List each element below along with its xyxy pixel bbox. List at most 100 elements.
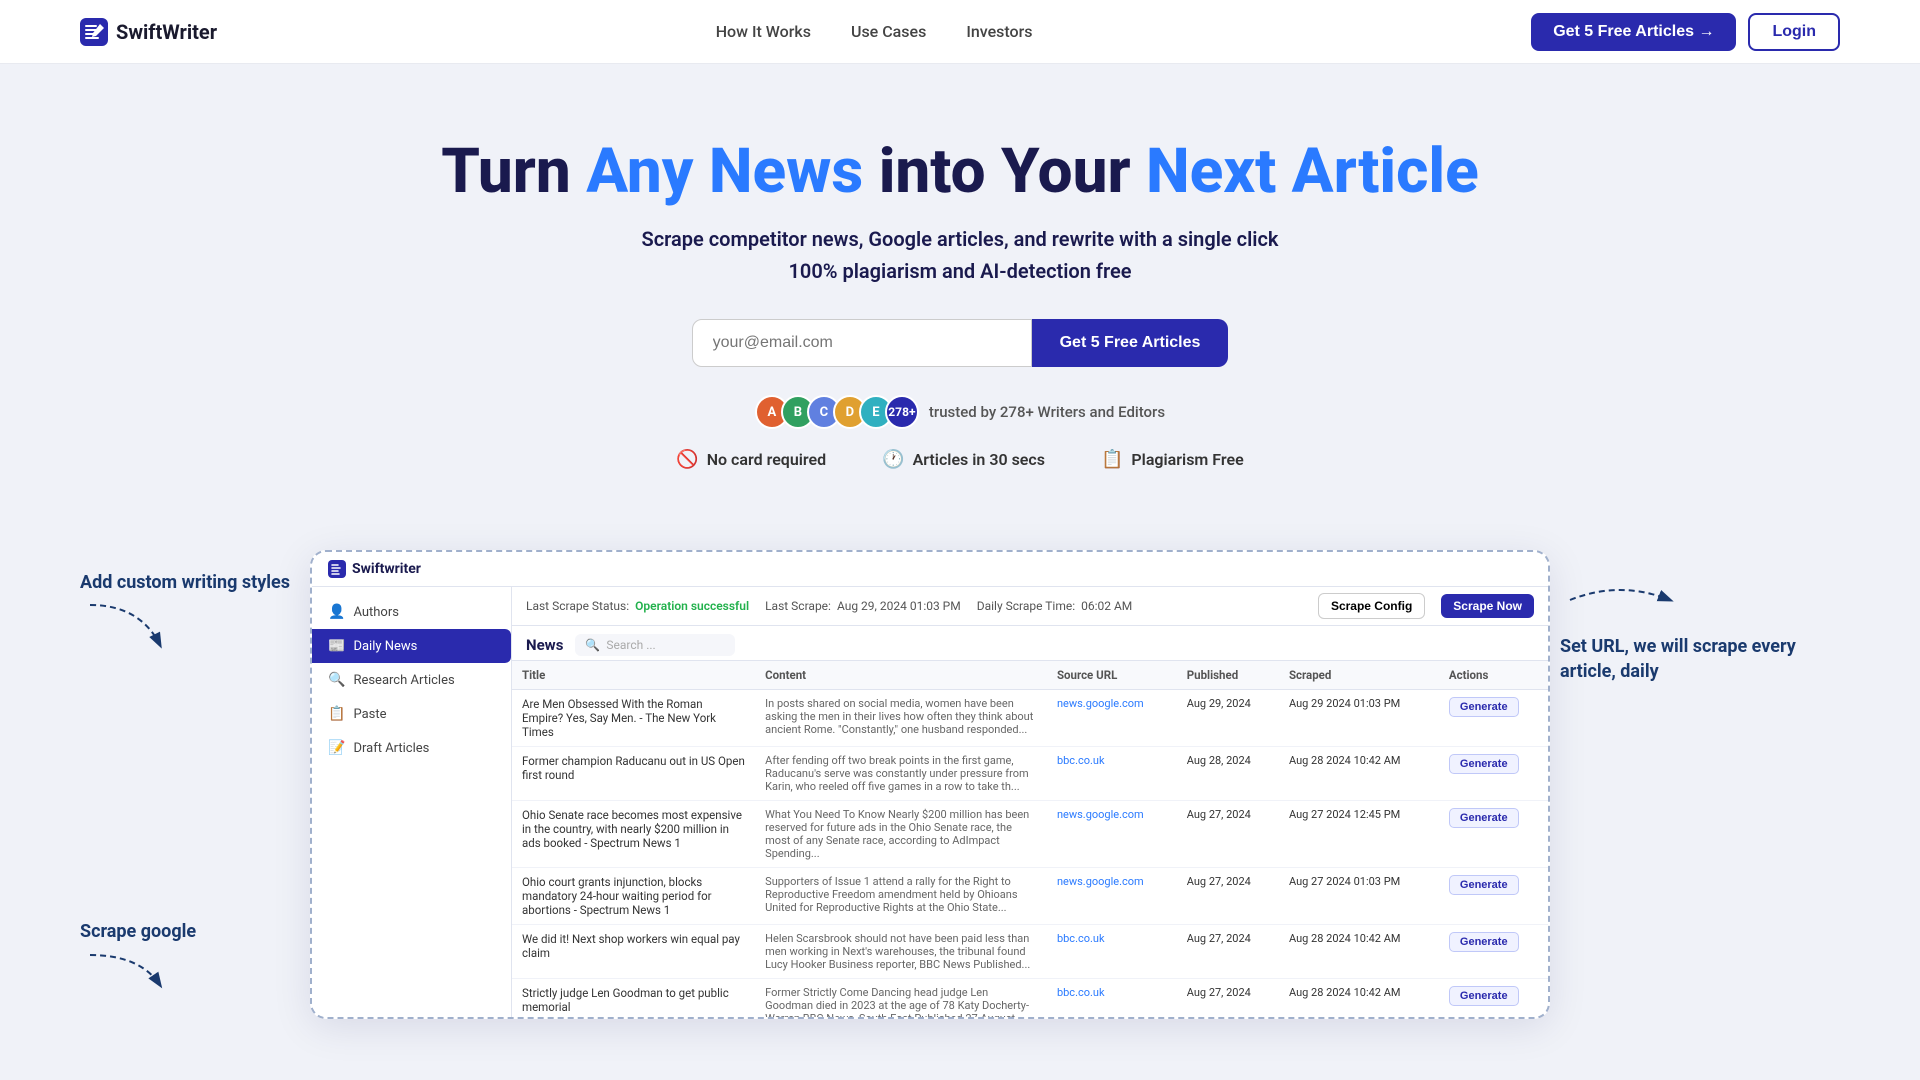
navbar: SwiftWriter How It Works Use Cases Inves… xyxy=(0,0,1920,64)
scrape-config-button[interactable]: Scrape Config xyxy=(1318,593,1425,619)
row-source: bbc.co.uk xyxy=(1047,979,1177,1018)
hero-form: Get 5 Free Articles xyxy=(40,319,1880,367)
col-scraped: Scraped xyxy=(1279,661,1439,690)
sidebar-authors-label: Authors xyxy=(353,605,399,620)
row-source: news.google.com xyxy=(1047,690,1177,747)
features-row: 🚫 No card required 🕐 Articles in 30 secs… xyxy=(40,449,1880,470)
row-title: Are Men Obsessed With the Roman Empire? … xyxy=(512,690,755,747)
hero-title: Turn Any News into Your Next Article xyxy=(40,136,1880,207)
nav-investors[interactable]: Investors xyxy=(966,22,1032,41)
col-published: Published xyxy=(1177,661,1279,690)
row-content: Former Strictly Come Dancing head judge … xyxy=(755,979,1047,1018)
last-scrape-label: Last Scrape: xyxy=(765,599,831,613)
row-title: Former champion Raducanu out in US Open … xyxy=(512,747,755,801)
annotation-scrape-google-text: Scrape google xyxy=(80,919,300,944)
row-actions: Generate xyxy=(1439,690,1548,747)
annotation-set-url-text: Set URL, we will scrape every article, d… xyxy=(1560,634,1840,684)
sidebar-item-authors[interactable]: 👤 Authors xyxy=(312,595,511,629)
row-actions: Generate xyxy=(1439,925,1548,979)
daily-scrape-label: Daily Scrape Time: xyxy=(977,599,1075,613)
row-content: Helen Scarsbrook should not have been pa… xyxy=(755,925,1047,979)
hero-title-part1: Turn xyxy=(441,135,586,208)
avatar-count: 278+ xyxy=(885,395,919,429)
app-header: Swiftwriter xyxy=(312,552,1548,587)
email-input[interactable] xyxy=(692,319,1032,367)
logo-icon xyxy=(80,18,108,46)
feature-articles-speed: 🕐 Articles in 30 secs xyxy=(882,449,1045,470)
hero-title-part4: Next Article xyxy=(1146,135,1479,208)
row-scraped: Aug 28 2024 10:42 AM xyxy=(1279,747,1439,801)
hero-subtitle2: 100% plagiarism and AI-detection free xyxy=(40,259,1880,283)
authors-icon: 👤 xyxy=(328,604,345,620)
row-scraped: Aug 28 2024 10:42 AM xyxy=(1279,925,1439,979)
brand-name: SwiftWriter xyxy=(116,20,217,44)
table-row: Strictly judge Len Goodman to get public… xyxy=(512,979,1548,1018)
section-title-row: News 🔍 Search ... xyxy=(512,626,1548,661)
app-body: 👤 Authors 📰 Daily News 🔍 Research Articl… xyxy=(312,587,1548,1017)
annotation-scrape-google: Scrape google xyxy=(80,919,300,998)
table-row: Ohio Senate race becomes most expensive … xyxy=(512,801,1548,868)
table-row: Are Men Obsessed With the Roman Empire? … xyxy=(512,690,1548,747)
row-content: Supporters of Issue 1 attend a rally for… xyxy=(755,868,1047,925)
app-logo: Swiftwriter xyxy=(328,560,421,578)
navbar-actions: Get 5 Free Articles → Login xyxy=(1531,13,1840,51)
brand-logo[interactable]: SwiftWriter xyxy=(80,18,217,46)
navbar-nav: How It Works Use Cases Investors xyxy=(716,22,1033,41)
col-content: Content xyxy=(755,661,1047,690)
annotation-custom-styles: Add custom writing styles xyxy=(80,570,300,659)
row-scraped: Aug 27 2024 01:03 PM xyxy=(1279,868,1439,925)
table-header: Title Content Source URL Published Scrap… xyxy=(512,661,1548,690)
daily-news-icon: 📰 xyxy=(328,638,345,654)
login-button[interactable]: Login xyxy=(1748,13,1840,51)
hero-subtitle1: Scrape competitor news, Google articles,… xyxy=(40,227,1880,251)
sidebar-item-daily-news[interactable]: 📰 Daily News xyxy=(312,629,511,663)
app-main: Last Scrape Status: Operation successful… xyxy=(512,587,1548,1017)
scrape-now-button[interactable]: Scrape Now xyxy=(1441,594,1534,618)
draft-articles-icon: 📝 xyxy=(328,740,345,756)
feature-no-card: 🚫 No card required xyxy=(676,449,826,470)
last-scrape-value: Aug 29, 2024 01:03 PM xyxy=(837,599,961,613)
trust-row: A B C D E 278+ trusted by 278+ Writers a… xyxy=(40,395,1880,429)
table-body: Are Men Obsessed With the Roman Empire? … xyxy=(512,690,1548,1018)
annotation-arrow-1 xyxy=(80,595,170,655)
row-source: news.google.com xyxy=(1047,801,1177,868)
row-content: What You Need To Know Nearly $200 millio… xyxy=(755,801,1047,868)
generate-button[interactable]: Generate xyxy=(1449,697,1519,717)
generate-button[interactable]: Generate xyxy=(1449,986,1519,1006)
row-published: Aug 27, 2024 xyxy=(1177,925,1279,979)
row-published: Aug 28, 2024 xyxy=(1177,747,1279,801)
hero-cta-button[interactable]: Get 5 Free Articles xyxy=(1032,319,1229,367)
row-actions: Generate xyxy=(1439,868,1548,925)
toolbar-section-daily-time: Daily Scrape Time: 06:02 AM xyxy=(977,599,1133,613)
navbar-cta-label: Get 5 Free Articles → xyxy=(1553,23,1714,41)
nav-use-cases[interactable]: Use Cases xyxy=(851,22,926,41)
annotation-custom-styles-text: Add custom writing styles xyxy=(80,570,300,595)
left-annotations: Add custom writing styles Scrape google xyxy=(80,550,300,1030)
feature-plagiarism-label: Plagiarism Free xyxy=(1131,450,1243,469)
generate-button[interactable]: Generate xyxy=(1449,808,1519,828)
nav-how-it-works[interactable]: How It Works xyxy=(716,22,811,41)
sidebar-item-research-articles[interactable]: 🔍 Research Articles xyxy=(312,663,511,697)
section-title: News xyxy=(526,636,563,654)
sidebar-item-paste[interactable]: 📋 Paste xyxy=(312,697,511,731)
sidebar-daily-news-label: Daily News xyxy=(353,639,417,654)
generate-button[interactable]: Generate xyxy=(1449,875,1519,895)
search-box[interactable]: 🔍 Search ... xyxy=(575,634,735,656)
hero-section: Turn Any News into Your Next Article Scr… xyxy=(0,64,1920,550)
generate-button[interactable]: Generate xyxy=(1449,932,1519,952)
col-source: Source URL xyxy=(1047,661,1177,690)
row-actions: Generate xyxy=(1439,979,1548,1018)
annotation-arrow-3 xyxy=(1560,570,1680,630)
generate-button[interactable]: Generate xyxy=(1449,754,1519,774)
sidebar-item-draft-articles[interactable]: 📝 Draft Articles xyxy=(312,731,511,765)
app-window: Swiftwriter 👤 Authors 📰 Daily News 🔍 Res… xyxy=(310,550,1550,1019)
row-source: bbc.co.uk xyxy=(1047,925,1177,979)
navbar-cta-button[interactable]: Get 5 Free Articles → xyxy=(1531,13,1736,51)
row-title: We did it! Next shop workers win equal p… xyxy=(512,925,755,979)
row-title: Ohio court grants injunction, blocks man… xyxy=(512,868,755,925)
feature-no-card-label: No card required xyxy=(707,450,826,469)
table-row: We did it! Next shop workers win equal p… xyxy=(512,925,1548,979)
last-scrape-status-label: Last Scrape Status: xyxy=(526,599,629,613)
row-content: After fending off two break points in th… xyxy=(755,747,1047,801)
status-value: Operation successful xyxy=(635,599,749,613)
